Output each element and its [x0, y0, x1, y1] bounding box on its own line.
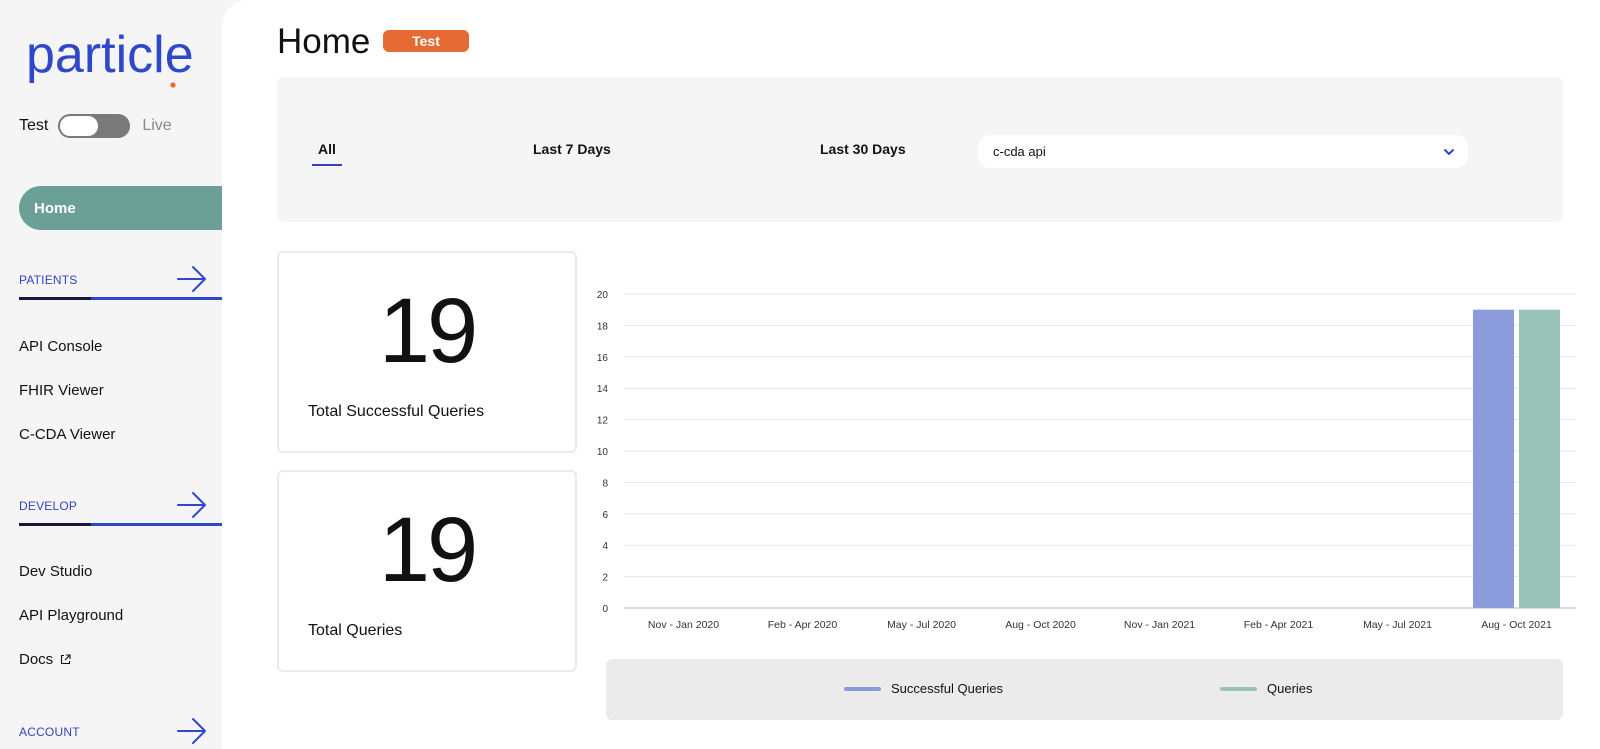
x-tick-label: Feb - Apr 2021 [1244, 619, 1314, 631]
env-toggle-test-label: Test [19, 117, 49, 134]
x-tick-label: Aug - Oct 2021 [1481, 619, 1552, 631]
chart-legend: Successful Queries Queries [606, 659, 1563, 720]
particle-logo: particle [26, 26, 194, 88]
x-tick-label: May - Jul 2020 [887, 619, 956, 631]
legend-label: Successful Queries [891, 681, 1003, 696]
y-tick-label: 8 [602, 478, 608, 489]
section-title: DEVELOP [19, 499, 78, 513]
sidebar: particle Test Live Home PATIENTS API Con… [0, 0, 222, 749]
env-toggle-switch[interactable] [58, 114, 131, 138]
legend-swatch [844, 686, 881, 691]
source-select-value: c-cda api [993, 144, 1046, 159]
y-tick-label: 6 [602, 510, 608, 521]
bar-queries [1519, 309, 1560, 608]
tab-last-30-days[interactable]: Last 30 Days [820, 141, 906, 157]
stat-label: Total Queries [308, 622, 403, 639]
x-tick-label: Nov - Jan 2020 [648, 619, 719, 631]
env-badge: Test [383, 30, 469, 52]
stat-label: Total Successful Queries [308, 403, 485, 420]
section-patients[interactable]: PATIENTS [19, 265, 222, 305]
sidebar-item-api-playground[interactable]: API Playground [19, 607, 123, 624]
x-tick-label: May - Jul 2021 [1363, 619, 1432, 631]
chevron-down-icon [1444, 149, 1454, 155]
svg-text:particle: particle [26, 26, 194, 84]
env-toggle-live-label: Live [142, 117, 172, 134]
sidebar-item-api-console[interactable]: API Console [19, 338, 102, 355]
x-tick-label: Nov - Jan 2021 [1124, 619, 1195, 631]
y-tick-label: 2 [602, 573, 608, 584]
legend-label: Queries [1267, 681, 1313, 696]
queries-bar-chart: 0 2 4 6 8 10 12 14 16 18 20 Nov - Jan 2020 Feb - Apr… [597, 290, 1576, 631]
section-title: ACCOUNT [19, 725, 80, 739]
tab-all[interactable]: All [312, 141, 342, 166]
section-title: PATIENTS [19, 273, 78, 287]
section-divider [19, 523, 222, 526]
legend-item-successful-queries[interactable]: Successful Queries [844, 681, 1003, 696]
tab-last-7-days[interactable]: Last 7 Days [533, 141, 611, 157]
y-tick-label: 16 [597, 353, 609, 364]
sidebar-item-docs[interactable]: Docs [19, 651, 71, 668]
y-tick-label: 10 [597, 447, 609, 458]
env-toggle-knob [60, 116, 99, 136]
main-content: Home Test All Last 7 Days Last 30 Days c… [222, 0, 1600, 749]
stat-value: 19 [378, 280, 478, 382]
legend-swatch [1220, 686, 1257, 691]
stat-card-total-queries: 19 Total Queries [277, 470, 577, 672]
x-tick-label: Aug - Oct 2020 [1005, 619, 1076, 631]
arrow-right-icon[interactable] [176, 265, 208, 293]
page-title: Home [277, 22, 371, 61]
sidebar-item-dev-studio[interactable]: Dev Studio [19, 563, 92, 580]
x-tick-label: Feb - Apr 2020 [768, 619, 838, 631]
filter-panel: All Last 7 Days Last 30 Days c-cda api [277, 77, 1563, 222]
arrow-right-icon[interactable] [176, 491, 208, 519]
y-tick-label: 18 [597, 321, 609, 332]
y-tick-label: 12 [597, 416, 609, 427]
section-divider [19, 297, 222, 300]
legend-item-queries[interactable]: Queries [1220, 681, 1313, 696]
y-tick-label: 4 [602, 541, 608, 552]
stat-card-successful-queries: 19 Total Successful Queries [277, 251, 577, 453]
y-tick-label: 20 [597, 290, 609, 301]
y-tick-label: 14 [597, 384, 609, 395]
y-tick-label: 0 [602, 604, 608, 615]
sidebar-item-ccda-viewer[interactable]: C-CDA Viewer [19, 426, 115, 443]
arrow-right-icon[interactable] [176, 717, 208, 745]
env-toggle: Test Live [19, 114, 172, 138]
section-develop[interactable]: DEVELOP [19, 491, 222, 531]
sidebar-item-fhir-viewer[interactable]: FHIR Viewer [19, 382, 104, 399]
source-select[interactable]: c-cda api [978, 135, 1468, 168]
stat-value: 19 [378, 499, 478, 601]
bar-successful-queries [1473, 309, 1514, 608]
sidebar-item-home[interactable]: Home [19, 186, 222, 230]
section-account[interactable]: ACCOUNT [19, 717, 222, 749]
external-link-icon [61, 654, 71, 665]
